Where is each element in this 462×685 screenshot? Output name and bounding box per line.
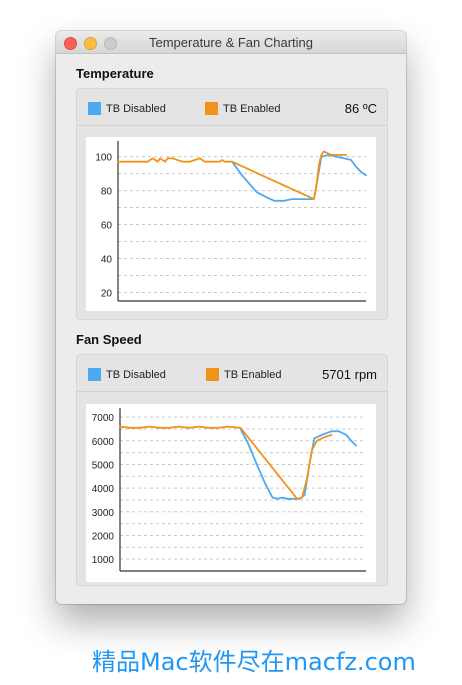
y-tick-label: 60: [101, 221, 113, 232]
watermark-text: 精品Mac软件尽在macfz.com: [92, 648, 416, 676]
legend-swatch-enabled: [206, 368, 219, 381]
series-line-tb-disabled: [231, 154, 367, 202]
y-tick-label: 40: [101, 255, 113, 266]
temperature-group: TB Disabled TB Enabled 86 ºC 20 40 60 80 100: [76, 88, 388, 320]
temperature-legend: TB Disabled TB Enabled 86 ºC: [77, 89, 387, 126]
legend-swatch-disabled: [88, 102, 101, 115]
title-bar[interactable]: Temperature & Fan Charting: [56, 31, 406, 54]
temperature-fan-window: Temperature & Fan Charting Temperature T…: [56, 31, 406, 604]
legend-label-disabled: TB Disabled: [106, 103, 166, 115]
fan-speed-chart-svg: 1000 2000 3000 4000 5000 6000 7000: [92, 408, 366, 572]
fan-speed-group: TB Disabled TB Enabled 5701 rpm 1000 2000…: [76, 354, 388, 586]
y-tick-label: 5000: [92, 460, 115, 471]
temperature-chart: 20 40 60 80 100: [86, 137, 376, 311]
y-tick-label: 80: [101, 187, 113, 198]
y-tick-label: 100: [95, 153, 112, 164]
fan-speed-heading: Fan Speed: [76, 332, 142, 347]
y-tick-label: 1000: [92, 555, 115, 566]
temperature-heading: Temperature: [76, 66, 154, 81]
fan-speed-chart: 1000 2000 3000 4000 5000 6000 7000: [86, 404, 376, 582]
legend-label-enabled: TB Enabled: [223, 103, 281, 115]
window-title: Temperature & Fan Charting: [148, 35, 314, 50]
fan-speed-readout: 5701 rpm: [322, 367, 377, 382]
temperature-chart-svg: 20 40 60 80 100: [95, 141, 367, 302]
series-line-tb-enabled: [117, 150, 348, 200]
temperature-readout: 86 ºC: [344, 101, 377, 116]
y-tick-label: 6000: [92, 437, 115, 448]
y-tick-label: 20: [101, 289, 113, 300]
y-tick-label: 7000: [92, 413, 115, 424]
legend-label-disabled: TB Disabled: [106, 369, 166, 381]
y-tick-label: 3000: [92, 508, 115, 519]
legend-swatch-disabled: [88, 368, 101, 381]
y-tick-label: 4000: [92, 484, 115, 495]
legend-label-enabled: TB Enabled: [224, 369, 282, 381]
fan-legend: TB Disabled TB Enabled 5701 rpm: [77, 355, 387, 392]
legend-swatch-enabled: [205, 102, 218, 115]
y-tick-label: 2000: [92, 531, 115, 542]
